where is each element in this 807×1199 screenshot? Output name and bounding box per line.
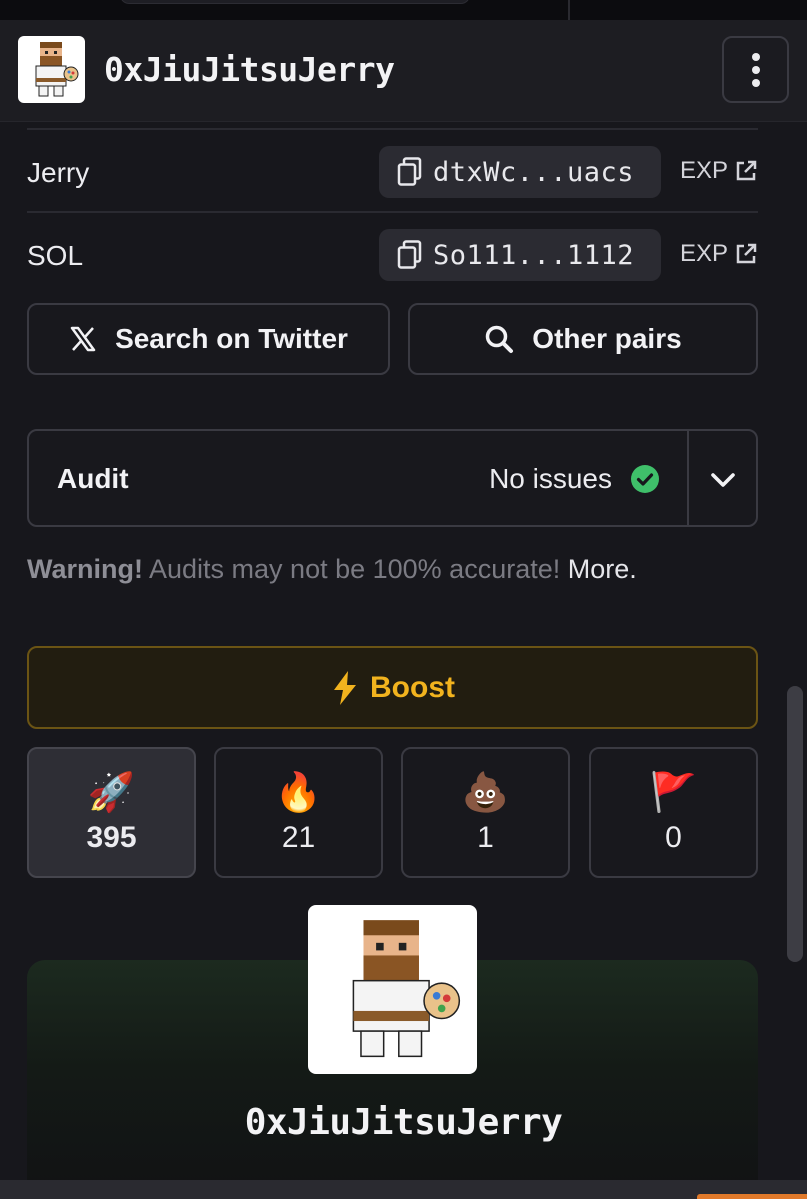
copy-icon [397,157,422,186]
more-link[interactable]: More. [568,554,637,584]
lightning-icon [334,670,356,705]
url-bar[interactable] [120,0,470,4]
fire-icon: 🔥 [274,771,323,814]
contract-address: So111...1112 [433,239,635,271]
token-symbol-label: Jerry [27,157,90,188]
audit-title: Audit [57,463,129,494]
address-row-jerry: Jerry dtxWc...uacs EXP [27,143,758,201]
rocket-icon: 🚀 [87,771,136,814]
search-on-twitter-button[interactable]: Search on Twitter [27,303,390,375]
more-menu-button[interactable] [722,36,789,103]
token-avatar [18,36,85,103]
token-image [308,905,477,1074]
external-link-icon [736,243,757,264]
external-link-icon [736,160,757,181]
warning-text: Audits may not be 100% accurate! [142,554,568,584]
reaction-count: 1 [477,820,494,854]
pixel-jiujitsu-character-icon [35,42,79,97]
copy-address-button[interactable]: dtxWc...uacs [379,146,661,198]
dot [751,65,760,74]
x-logo-icon [70,326,96,352]
token-page: 0xJiuJitsuJerry Jerry dtxWc...uacs EXP S… [0,0,807,1199]
copy-icon [397,240,422,269]
token-symbol-label: SOL [27,240,84,271]
divider [687,431,689,525]
audit-panel[interactable]: Audit No issues [27,429,758,527]
pixel-jiujitsu-character-icon [352,920,461,1058]
vertical-dots-icon [751,52,760,61]
audit-warning: Warning! Audits may not be 100% accurate… [27,554,637,585]
copy-address-button[interactable]: So111...1112 [379,229,661,281]
poop-icon: 💩 [461,771,510,814]
bottom-nav-strip [0,1180,807,1199]
browser-top-bar [0,0,807,20]
button-label: Other pairs [532,323,682,354]
address-row-sol: SOL So111...1112 EXP [27,226,758,284]
dot [751,78,760,87]
chevron-down-icon[interactable] [705,462,741,498]
warning-prefix: Warning! [27,554,143,584]
audit-status-text: No issues [489,463,612,494]
token-header: 0xJiuJitsuJerry [0,20,807,122]
reaction-red-flag[interactable]: 🚩 0 [589,747,758,878]
explorer-label: EXP [679,240,728,267]
divider [568,0,570,20]
search-icon [486,325,514,353]
divider [27,211,758,213]
explorer-link[interactable]: EXP [680,157,758,185]
other-pairs-button[interactable]: Other pairs [408,303,758,375]
scrollbar-thumb[interactable] [787,686,803,962]
accent-tab[interactable] [697,1194,807,1199]
explorer-label: EXP [679,157,728,184]
reaction-count: 0 [665,820,682,854]
red-flag-icon: 🚩 [649,771,698,814]
reaction-rocket[interactable]: 🚀 395 [27,747,196,878]
reaction-poop[interactable]: 💩 1 [401,747,570,878]
card-token-name: 0xJiuJitsuJerry [244,1102,563,1143]
reaction-count: 395 [86,820,137,854]
boost-label: Boost [370,670,455,704]
reaction-count: 21 [281,820,316,854]
boost-button[interactable]: Boost [27,646,758,729]
token-name: 0xJiuJitsuJerry [104,50,395,89]
reaction-fire[interactable]: 🔥 21 [214,747,383,878]
audit-status: No issues [489,463,660,495]
contract-address: dtxWc...uacs [433,156,635,188]
check-circle-icon [631,465,659,493]
button-label: Search on Twitter [115,323,348,354]
divider [27,128,758,130]
explorer-link[interactable]: EXP [680,240,758,268]
